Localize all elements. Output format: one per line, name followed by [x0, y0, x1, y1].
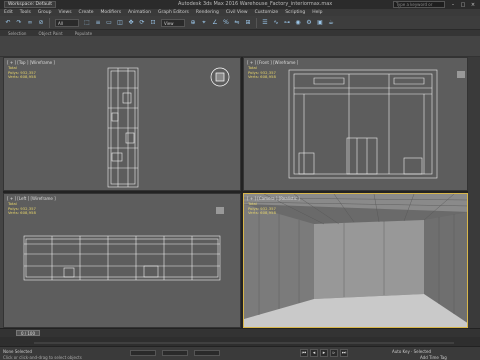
viewport-front[interactable]: [ + ] [Front ] [Wireframe ] Total Polys:… [243, 57, 468, 191]
add-time-tag-button[interactable]: Add Time Tag [420, 355, 447, 360]
viewcube-icon [210, 67, 230, 87]
window-title: Autodesk 3ds Max 2016 Warehouse_Factory_… [178, 1, 333, 7]
top-wireframe [107, 67, 230, 188]
viewcube-icon[interactable] [216, 207, 224, 214]
link-icon[interactable]: ∞ [25, 18, 35, 28]
render-setup-icon[interactable]: ⚙ [304, 18, 314, 28]
stats-verts: 608,958 [260, 210, 276, 215]
ribbon-tab-populate[interactable]: Populate [75, 31, 92, 36]
ribbon-tab-selection[interactable]: Selection [8, 31, 26, 36]
select-by-name-icon[interactable]: ≡ [93, 18, 103, 28]
track-bar-ticks [34, 342, 454, 344]
pivot-icon[interactable]: ⊕ [188, 18, 198, 28]
menu-graph-editors[interactable]: Graph Editors [158, 10, 189, 15]
menu-edit[interactable]: Edit [4, 10, 13, 15]
render-icon[interactable]: ☕ [326, 18, 336, 28]
select-object-icon[interactable]: ⬚ [82, 18, 92, 28]
curve-editor-icon[interactable]: ∿ [271, 18, 281, 28]
move-icon[interactable]: ✥ [126, 18, 136, 28]
window-crossing-icon[interactable]: ◫ [115, 18, 125, 28]
z-coord-field[interactable] [194, 350, 220, 356]
time-slider[interactable]: 0 / 100 [0, 328, 480, 337]
prev-frame-icon[interactable]: ◂ [310, 349, 318, 357]
menu-group[interactable]: Group [38, 10, 52, 15]
auto-key-button[interactable]: Auto Key · Selected [392, 349, 431, 354]
viewcube-icon[interactable] [457, 71, 465, 78]
ref-coord-value: View [164, 20, 174, 26]
mirror-icon[interactable]: ⇋ [232, 18, 242, 28]
time-slider-handle[interactable]: 0 / 100 [16, 330, 40, 336]
front-wireframe [288, 69, 465, 179]
undo-icon[interactable]: ↶ [3, 18, 13, 28]
stats-verts-label: Verts: [248, 210, 259, 215]
menu-rendering[interactable]: Rendering [196, 10, 219, 15]
x-coord-field[interactable] [130, 350, 156, 356]
command-panel[interactable] [468, 57, 480, 328]
menu-help[interactable]: Help [312, 10, 322, 15]
layer-icon[interactable]: ☰ [260, 18, 270, 28]
scale-icon[interactable]: ⊡ [148, 18, 158, 28]
auto-key-label: Auto Key [392, 349, 410, 354]
toolbar-separator [256, 17, 257, 28]
ribbon-tab-object-paint[interactable]: Object Paint [38, 31, 62, 36]
3dsmax-window: Workspace: Default Autodesk 3ds Max 2016… [0, 0, 480, 360]
maximize-icon[interactable]: □ [458, 0, 468, 9]
redo-icon[interactable]: ↷ [14, 18, 24, 28]
material-editor-icon[interactable]: ◉ [293, 18, 303, 28]
menu-animation[interactable]: Animation [128, 10, 151, 15]
y-coord-field[interactable] [162, 350, 188, 356]
menu-modifiers[interactable]: Modifiers [101, 10, 122, 15]
main-toolbar: ↶ ↷ ∞ ⊘ All ⬚ ≡ ▭ ◫ ✥ ⟳ ⊡ View ⊕ ⌖ ∠ % ⇋… [0, 16, 480, 30]
coordinate-fields [130, 350, 220, 356]
close-icon[interactable]: × [468, 0, 478, 9]
selection-filter-dropdown[interactable]: All [55, 18, 79, 27]
viewport-perspective[interactable]: [ + ] [Camera ] [Realistic ] Total Polys… [243, 193, 468, 328]
schematic-icon[interactable]: ⊶ [282, 18, 292, 28]
play-icon[interactable]: ▸ [320, 349, 328, 357]
align-icon[interactable]: ⊞ [243, 18, 253, 28]
menu-tools[interactable]: Tools [20, 10, 31, 15]
snap-icon[interactable]: ⌖ [199, 18, 209, 28]
percent-snap-icon[interactable]: % [221, 18, 231, 28]
search-input[interactable]: Type a keyword or phrase [393, 1, 445, 13]
rotate-icon[interactable]: ⟳ [137, 18, 147, 28]
angle-snap-icon[interactable]: ∠ [210, 18, 220, 28]
minimize-icon[interactable]: – [448, 0, 458, 9]
unlink-icon[interactable]: ⊘ [36, 18, 46, 28]
frame-counter: 0 / 100 [20, 331, 36, 336]
toolbar-separator [49, 17, 50, 28]
menu-customize[interactable]: Customize [255, 10, 279, 15]
menu-views[interactable]: Views [59, 10, 72, 15]
next-frame-icon[interactable]: ▹ [330, 349, 338, 357]
perspective-render [244, 194, 467, 327]
workspace-dropdown[interactable]: Workspace: Default [4, 1, 56, 8]
prompt-line: Click or click-and-drag to select object… [3, 355, 82, 360]
selected-label: Selected [413, 349, 431, 354]
playback-controls: ⏮ ◂ ▸ ▹ ⏭ [300, 349, 348, 357]
viewport-stats: Total Polys: 932,357 Verts: 608,958 [248, 201, 276, 216]
rect-select-icon[interactable]: ▭ [104, 18, 114, 28]
render-frame-icon[interactable]: ▣ [315, 18, 325, 28]
viewport-left[interactable]: [ + ] [Left ] [Wireframe ] Total Polys: … [3, 193, 241, 328]
title-bar: Workspace: Default Autodesk 3ds Max 2016… [0, 0, 480, 13]
menu-scripting[interactable]: Scripting [285, 10, 305, 15]
menu-create[interactable]: Create [79, 10, 94, 15]
go-to-start-icon[interactable]: ⏮ [300, 349, 308, 357]
selection-filter-value: All [58, 20, 63, 26]
ref-coord-dropdown[interactable]: View [161, 18, 185, 27]
selection-status: None Selected [3, 349, 33, 354]
viewport-top[interactable]: [ + ] [Top ] [Wireframe ] Total Polys: 9… [3, 57, 241, 191]
track-bar[interactable] [0, 337, 480, 346]
viewport-area: [ + ] [Top ] [Wireframe ] Total Polys: 9… [3, 57, 468, 328]
go-to-end-icon[interactable]: ⏭ [340, 349, 348, 357]
status-bar: None Selected Click or click-and-drag to… [0, 346, 480, 360]
menu-bar: Edit Tools Group Views Create Modifiers … [0, 9, 480, 16]
workspace-label: Workspace: Default [8, 2, 52, 7]
ribbon-panel [0, 36, 480, 57]
menu-civil-view[interactable]: Civil View [226, 10, 248, 15]
left-wireframe [23, 207, 224, 281]
